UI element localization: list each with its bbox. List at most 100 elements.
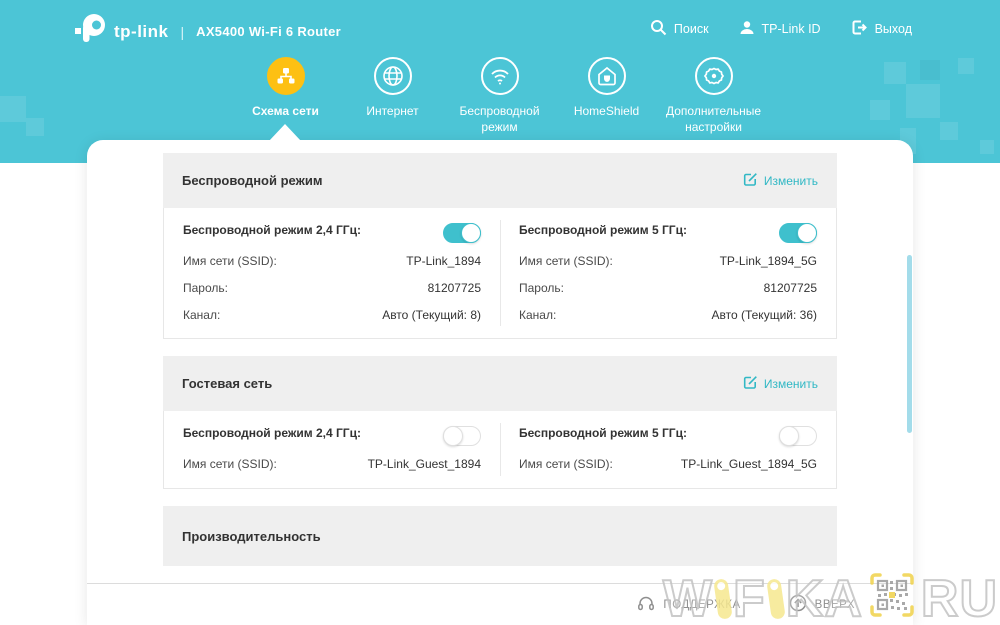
field-value: TP-Link_Guest_1894_5G (681, 456, 817, 473)
mosaic-square (0, 96, 26, 122)
guest-24ghz-column: Беспроводной режим 2,4 ГГц: Имя сети (SS… (164, 411, 500, 488)
toggle-knob (779, 426, 799, 446)
router-admin-page: tp-link | AX5400 Wi-Fi 6 Router Поиск (0, 0, 1000, 625)
mosaic-square (884, 62, 906, 84)
mosaic-square (870, 100, 890, 120)
wireless-24ghz-toggle[interactable] (443, 223, 481, 243)
logout-label: Выход (875, 22, 912, 36)
ssid-row: Имя сети (SSID): TP-Link_1894 (183, 253, 481, 270)
band-24ghz-column: Беспроводной режим 2,4 ГГц: Имя сети (SS… (164, 208, 500, 338)
header-menu: Поиск TP-Link ID (650, 19, 912, 39)
active-tab-pointer (269, 124, 301, 141)
wireless-5ghz-toggle[interactable] (779, 223, 817, 243)
field-label: Имя сети (SSID): (519, 253, 613, 270)
wireless-edit-button[interactable]: Изменить (743, 172, 818, 190)
tab-label: Беспроводной режим (446, 104, 553, 135)
brand[interactable]: tp-link | AX5400 Wi-Fi 6 Router (74, 13, 341, 50)
field-value: TP-Link_1894 (406, 253, 481, 270)
ssid-row: Имя сети (SSID): TP-Link_1894_5G (519, 253, 817, 270)
tab-wireless[interactable]: Беспроводной режим (446, 57, 553, 135)
edit-icon (743, 172, 758, 190)
top-header: tp-link | AX5400 Wi-Fi 6 Router Поиск (0, 0, 1000, 56)
tab-label: Дополнительные настройки (660, 104, 767, 135)
guest-section-header: Гостевая сеть Изменить (163, 356, 837, 411)
tp-link-logo-icon (74, 13, 108, 50)
field-label: Имя сети (SSID): (183, 253, 277, 270)
home-shield-icon (588, 57, 626, 95)
support-label: ПОДДЕРЖКА (663, 599, 740, 611)
field-value: Авто (Текущий: 36) (712, 307, 818, 324)
edit-icon (743, 375, 758, 393)
content-card: Беспроводной режим Изменить (87, 140, 913, 625)
guest-24ghz-toggle[interactable] (443, 426, 481, 446)
tplink-id-button[interactable]: TP-Link ID (739, 19, 821, 39)
tab-label: Схема сети (252, 104, 319, 120)
password-row: Пароль: 81207725 (519, 280, 817, 297)
toggle-knob (797, 223, 817, 243)
main-nav: Схема сети Интернет (232, 57, 767, 135)
watermark-text-right: RU (921, 573, 998, 625)
tab-advanced[interactable]: Дополнительные настройки (660, 57, 767, 135)
logout-icon (851, 19, 868, 39)
field-value: 81207725 (764, 280, 817, 297)
performance-section: Производительность (163, 506, 837, 566)
wifi-icon (481, 57, 519, 95)
guest-5ghz-toggle[interactable] (779, 426, 817, 446)
ssid-row: Имя сети (SSID): TP-Link_Guest_1894 (183, 456, 481, 473)
column-divider (500, 423, 501, 476)
mosaic-square (940, 122, 958, 140)
tab-label: Интернет (366, 104, 418, 120)
user-icon (739, 20, 755, 39)
headset-icon (637, 595, 655, 615)
password-row: Пароль: 81207725 (183, 280, 481, 297)
column-divider (500, 220, 501, 326)
mosaic-square (958, 58, 974, 74)
mosaic-square (26, 118, 44, 136)
section-title: Производительность (182, 529, 321, 544)
section-title: Гостевая сеть (182, 376, 272, 391)
gear-icon (695, 57, 733, 95)
mosaic-square (906, 84, 940, 118)
band-toggle-label: Беспроводной режим 5 ГГц: (519, 424, 687, 442)
brand-name: tp-link (114, 22, 169, 42)
ssid-row: Имя сети (SSID): TP-Link_Guest_1894_5G (519, 456, 817, 473)
performance-section-header: Производительность (163, 506, 837, 566)
guest-5ghz-column: Беспроводной режим 5 ГГц: Имя сети (SSID… (500, 411, 836, 488)
band-toggle-label: Беспроводной режим 2,4 ГГц: (183, 221, 361, 239)
tplink-id-label: TP-Link ID (762, 22, 821, 36)
tab-internet[interactable]: Интернет (339, 57, 446, 135)
section-title: Беспроводной режим (182, 173, 322, 188)
band-5ghz-column: Беспроводной режим 5 ГГц: Имя сети (SSID… (500, 208, 836, 338)
channel-row: Канал: Авто (Текущий: 8) (183, 307, 481, 324)
guest-edit-button[interactable]: Изменить (743, 375, 818, 393)
edit-label: Изменить (764, 174, 818, 188)
tab-homeshield[interactable]: HomeShield (553, 57, 660, 135)
logout-button[interactable]: Выход (851, 19, 912, 39)
tab-label: HomeShield (574, 104, 639, 120)
field-value: Авто (Текущий: 8) (382, 307, 481, 324)
back-to-top-label: ВВЕРХ (815, 599, 855, 611)
field-value: 81207725 (428, 280, 481, 297)
field-label: Имя сети (SSID): (183, 456, 277, 473)
card-footer: ПОДДЕРЖКА ВВЕРХ (87, 583, 913, 625)
field-label: Пароль: (519, 280, 564, 297)
router-model-title: AX5400 Wi-Fi 6 Router (196, 24, 341, 39)
band-toggle-label: Беспроводной режим 2,4 ГГц: (183, 424, 361, 442)
back-to-top-link[interactable]: ВВЕРХ (789, 594, 855, 615)
scrollbar-thumb[interactable] (907, 255, 912, 433)
mosaic-square (980, 140, 994, 154)
field-value: TP-Link_Guest_1894 (368, 456, 481, 473)
field-label: Канал: (183, 307, 220, 324)
wireless-section: Беспроводной режим Изменить (163, 153, 837, 339)
wireless-section-body: Беспроводной режим 2,4 ГГц: Имя сети (SS… (163, 208, 837, 339)
search-icon (650, 19, 667, 39)
search-label: Поиск (674, 22, 709, 36)
network-topology-icon (267, 57, 305, 95)
search-button[interactable]: Поиск (650, 19, 709, 39)
globe-icon (374, 57, 412, 95)
brand-separator: | (181, 24, 185, 40)
support-link[interactable]: ПОДДЕРЖКА (637, 595, 740, 615)
toggle-knob (443, 426, 463, 446)
mosaic-square (920, 60, 940, 80)
channel-row: Канал: Авто (Текущий: 36) (519, 307, 817, 324)
